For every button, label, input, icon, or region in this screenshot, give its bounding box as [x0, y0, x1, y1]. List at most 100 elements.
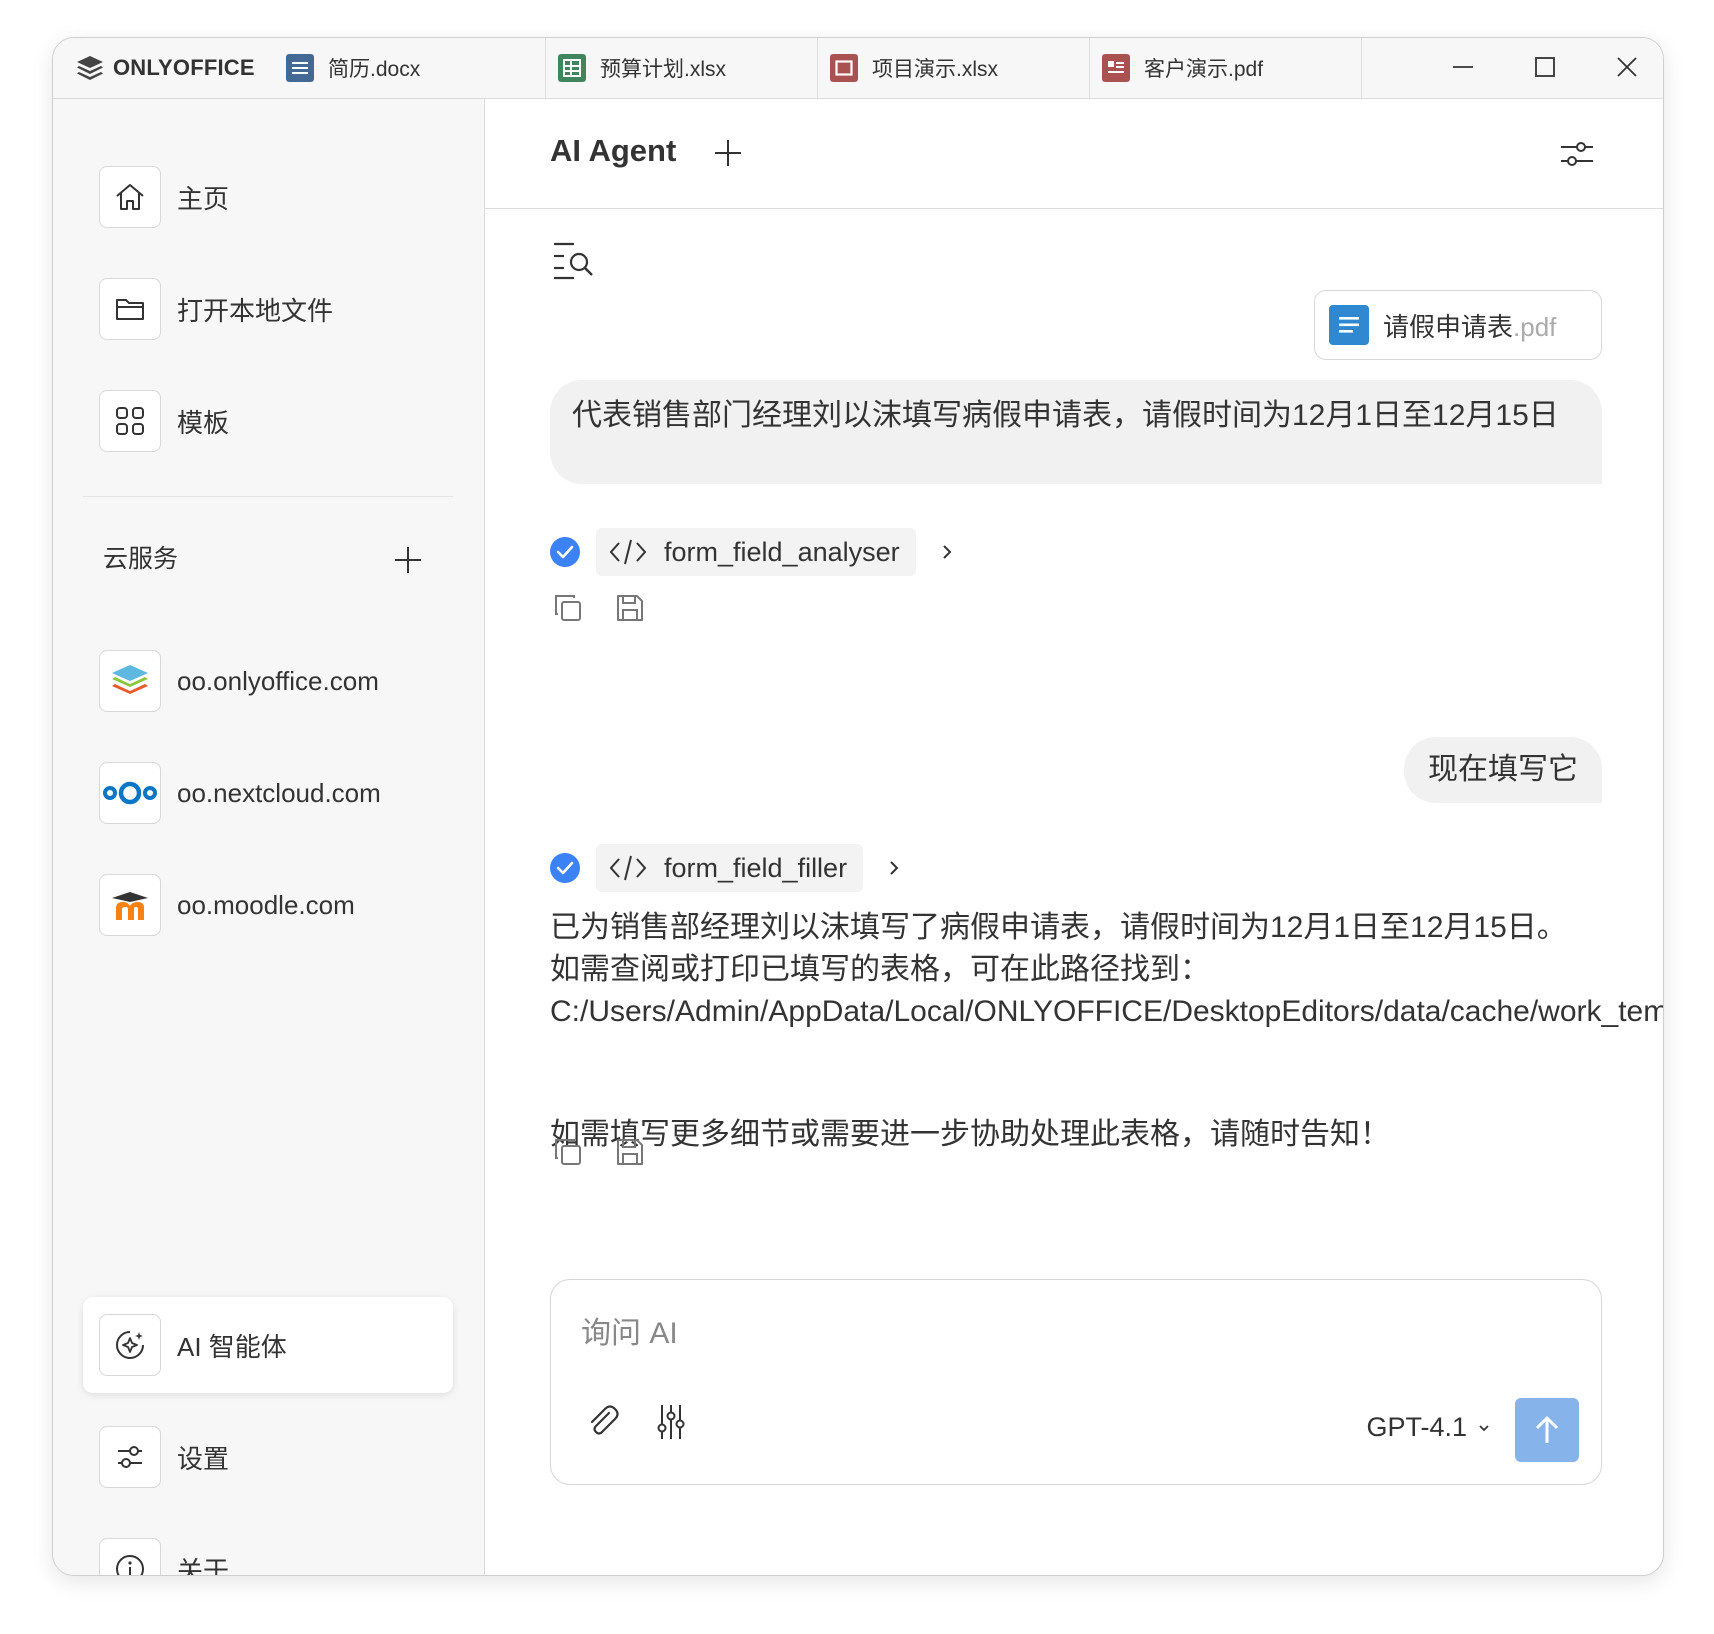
- maximize-icon: [1534, 56, 1556, 78]
- cloud-item-label: oo.onlyoffice.com: [177, 665, 379, 696]
- tab-label: 预算计划.xlsx: [600, 58, 726, 81]
- cloud-item-nextcloud[interactable]: oo.nextcloud.com: [99, 761, 381, 825]
- cloud-item-label: oo.nextcloud.com: [177, 777, 381, 808]
- sidebar-item-settings[interactable]: 设置: [99, 1425, 229, 1489]
- document-icon: [1329, 305, 1369, 345]
- sidebar-item-ai-agent[interactable]: AI 智能体: [99, 1313, 287, 1377]
- message-actions: [552, 1136, 646, 1168]
- tab-label: 简历.docx: [328, 58, 421, 81]
- attach-icon[interactable]: [585, 1404, 621, 1440]
- tool-call-row: form_field_filler: [550, 843, 901, 893]
- sliders-icon: [1561, 142, 1593, 166]
- page-title: AI Agent: [550, 133, 677, 168]
- send-button[interactable]: [1515, 1398, 1579, 1462]
- user-message: 现在填写它: [1404, 737, 1602, 803]
- assistant-message: 如需填写更多细节或需要进一步协助处理此表格，请随时告知！: [550, 1118, 1390, 1151]
- title-bar: ONLYOFFICE 简历.docx 预算计划.xlsx 项目演示.xlsx 客…: [53, 38, 1663, 99]
- folder-icon: [99, 278, 161, 340]
- tab-document[interactable]: 简历.docx: [274, 38, 546, 98]
- attachment-name: 请假申请表: [1383, 311, 1514, 342]
- search-history-icon[interactable]: [550, 238, 596, 280]
- tab-pdf[interactable]: 客户演示.pdf: [1090, 38, 1362, 98]
- chat-panel: AI Agent 请假申请表.pdf 代表销售部门经理刘以沫填写病假申请表，请假…: [485, 99, 1663, 1575]
- chevron-right-icon[interactable]: [940, 542, 954, 562]
- info-icon: [99, 1538, 161, 1575]
- model-label: GPT-4.1: [1366, 1412, 1467, 1442]
- tool-chip[interactable]: form_field_analyser: [596, 528, 916, 576]
- cloud-item-label: oo.moodle.com: [177, 889, 355, 920]
- sidebar-item-about[interactable]: 关于: [99, 1537, 230, 1576]
- tab-label: 客户演示.pdf: [1144, 58, 1264, 81]
- chat-settings-button[interactable]: [1559, 139, 1595, 169]
- tool-name: form_field_filler: [664, 852, 848, 883]
- tab-presentation[interactable]: 项目演示.xlsx: [818, 38, 1090, 98]
- chevron-down-icon: [1479, 1424, 1489, 1431]
- cloud-item-moodle[interactable]: oo.moodle.com: [99, 873, 355, 937]
- spreadsheet-icon: [558, 54, 586, 82]
- close-button[interactable]: [1597, 44, 1657, 90]
- tool-chip[interactable]: form_field_filler: [596, 844, 864, 892]
- check-icon: [550, 537, 580, 567]
- onlyoffice-logo-icon: [99, 650, 161, 712]
- sidebar-item-open-local[interactable]: 打开本地文件: [99, 277, 333, 341]
- brand[interactable]: ONLYOFFICE: [75, 52, 255, 84]
- chevron-right-icon[interactable]: [887, 858, 901, 878]
- minimize-icon: [1452, 56, 1474, 78]
- cloud-section-title: 云服务: [103, 545, 179, 573]
- close-icon: [1616, 56, 1638, 78]
- grid-icon: [99, 390, 161, 452]
- settings-icon: [99, 1426, 161, 1488]
- attachment-ext: .pdf: [1513, 311, 1557, 342]
- save-icon[interactable]: [614, 1136, 646, 1168]
- nextcloud-logo-icon: [99, 762, 161, 824]
- ai-agent-icon: [99, 1314, 161, 1376]
- copy-icon[interactable]: [552, 592, 584, 624]
- tools-sliders-icon[interactable]: [655, 1402, 687, 1442]
- sidebar-item-label: AI 智能体: [177, 1331, 287, 1362]
- code-icon: [609, 855, 647, 881]
- code-icon: [609, 539, 647, 565]
- add-cloud-button[interactable]: [393, 545, 423, 575]
- new-chat-button[interactable]: [713, 138, 743, 168]
- sidebar-item-templates[interactable]: 模板: [99, 389, 229, 453]
- minimize-button[interactable]: [1433, 44, 1493, 90]
- onlyoffice-logo-icon: [75, 54, 105, 82]
- message-text: 现在填写它: [1428, 753, 1578, 786]
- sidebar-item-label: 打开本地文件: [177, 295, 334, 326]
- chat-input[interactable]: 询问 AI: [581, 1308, 678, 1352]
- message-actions: [552, 592, 646, 624]
- cloud-item-onlyoffice[interactable]: oo.onlyoffice.com: [99, 649, 379, 713]
- plus-icon: [715, 140, 741, 166]
- tab-spreadsheet[interactable]: 预算计划.xlsx: [546, 38, 818, 98]
- maximize-button[interactable]: [1515, 44, 1575, 90]
- home-icon: [99, 166, 161, 228]
- copy-icon[interactable]: [552, 1136, 584, 1168]
- brand-name: ONLYOFFICE: [113, 55, 255, 80]
- presentation-icon: [830, 54, 858, 82]
- chat-composer: 询问 AI GPT-4.1: [550, 1279, 1602, 1485]
- sidebar: 主页 打开本地文件 模板 云服务 oo.onlyoffice.com oo.ne…: [53, 99, 485, 1575]
- pdf-icon: [1102, 54, 1130, 82]
- app-window: ONLYOFFICE 简历.docx 预算计划.xlsx 项目演示.xlsx 客…: [52, 37, 1664, 1576]
- sidebar-item-label: 设置: [177, 1443, 230, 1474]
- model-selector[interactable]: GPT-4.1: [1366, 1412, 1491, 1443]
- sidebar-item-label: 关于: [177, 1555, 230, 1576]
- save-icon[interactable]: [614, 592, 646, 624]
- assistant-message: 已为销售部经理刘以沫填写了病假申请表，请假时间为12月1日至12月15日。如需查…: [550, 911, 1663, 1028]
- sidebar-divider: [83, 496, 453, 497]
- arrow-up-icon: [1533, 1414, 1561, 1446]
- sidebar-item-home[interactable]: 主页: [99, 165, 229, 229]
- tab-label: 项目演示.xlsx: [872, 58, 998, 81]
- user-message: 代表销售部门经理刘以沫填写病假申请表，请假时间为12月1日至12月15日: [550, 380, 1602, 484]
- document-icon: [286, 54, 314, 82]
- check-icon: [550, 853, 580, 883]
- tool-call-row: form_field_analyser: [550, 527, 954, 577]
- chat-header: AI Agent: [485, 99, 1663, 209]
- sidebar-item-label: 模板: [177, 407, 230, 438]
- tool-name: form_field_analyser: [664, 536, 900, 567]
- moodle-logo-icon: [99, 874, 161, 936]
- message-text: 代表销售部门经理刘以沫填写病假申请表，请假时间为12月1日至12月15日: [572, 399, 1559, 432]
- plus-icon: [395, 547, 421, 573]
- sidebar-item-label: 主页: [177, 183, 230, 214]
- attachment-chip[interactable]: 请假申请表.pdf: [1314, 290, 1602, 360]
